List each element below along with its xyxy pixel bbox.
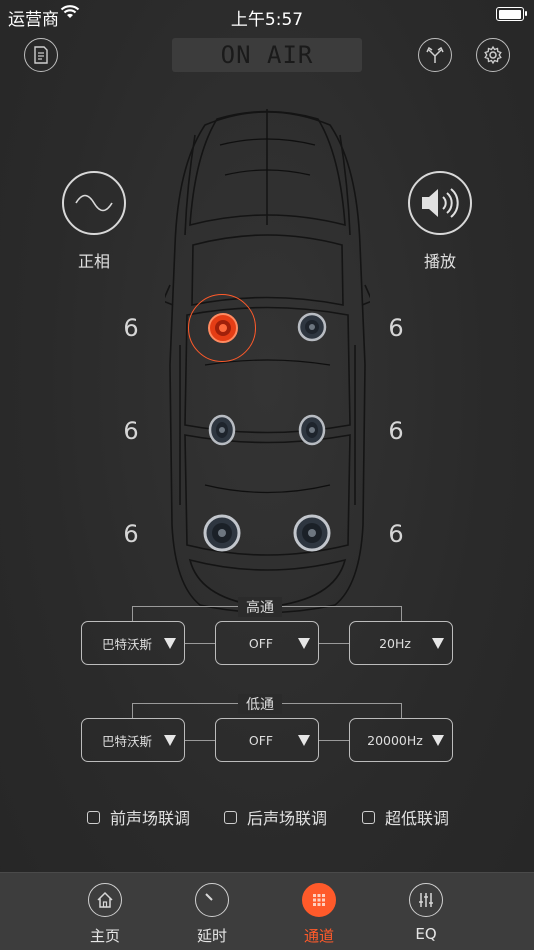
high-pass-title: 高通 (238, 597, 282, 617)
rear-link-checkbox[interactable] (224, 810, 237, 824)
split-arrows-icon[interactable] (418, 38, 452, 72)
sub-link-label: 超低联调 (385, 809, 450, 828)
low-pass-frequency-dropdown[interactable]: 20000Hz (349, 718, 453, 762)
high-pass-type-value: 巴特沃斯 (101, 636, 152, 652)
dial-icon (195, 883, 229, 917)
speaker-front-right[interactable] (297, 312, 327, 342)
divider (185, 740, 215, 741)
chevron-down-icon (164, 735, 176, 746)
low-pass-type-dropdown[interactable]: 巴特沃斯 (81, 718, 185, 762)
sliders-icon (409, 883, 443, 917)
sub-link-option[interactable]: 超低联调 (362, 805, 449, 829)
chevron-down-icon (298, 735, 310, 746)
gear-icon[interactable] (476, 38, 510, 72)
tab-home-label: 主页 (89, 927, 120, 945)
status-bar: 运营商 上午5:57 (0, 0, 534, 30)
high-pass-slope-dropdown[interactable]: OFF (215, 621, 319, 665)
home-icon (88, 883, 122, 917)
status-time: 上午5:57 (230, 10, 304, 30)
rear-link-option[interactable]: 后声场联调 (224, 805, 327, 829)
tab-channel[interactable]: 通道 (284, 883, 354, 946)
high-pass-type-dropdown[interactable]: 巴特沃斯 (81, 621, 185, 665)
low-pass-slope-dropdown[interactable]: OFF (215, 718, 319, 762)
high-pass-frequency-value: 20Hz (379, 635, 411, 651)
speaker-mid-left[interactable] (207, 414, 237, 446)
low-pass-title: 低通 (238, 694, 282, 714)
sub-link-checkbox[interactable] (362, 810, 375, 824)
low-pass-slope-value: OFF (248, 732, 274, 748)
high-pass-frequency-dropdown[interactable]: 20Hz (349, 621, 453, 665)
play-label: 播放 (423, 252, 456, 271)
speaker-volume-icon (422, 188, 459, 218)
tab-delay[interactable]: 延时 (177, 883, 247, 946)
on-air-banner: ON AIR (172, 38, 362, 72)
level-mid-right: 6 (388, 417, 404, 445)
level-front-right: 6 (388, 314, 404, 342)
sine-wave-icon (75, 194, 113, 212)
level-mid-left: 6 (123, 417, 139, 445)
front-link-checkbox[interactable] (87, 810, 100, 824)
front-link-option[interactable]: 前声场联调 (87, 805, 190, 829)
play-button[interactable] (408, 171, 472, 235)
divider (318, 740, 349, 741)
level-rear-right: 6 (388, 520, 404, 548)
chevron-down-icon (164, 638, 176, 649)
phase-button[interactable] (62, 171, 126, 235)
chevron-down-icon (432, 638, 444, 649)
grid-icon (302, 883, 336, 917)
divider (185, 643, 215, 644)
front-link-label: 前声场联调 (110, 809, 191, 828)
level-rear-left: 6 (123, 520, 139, 548)
speaker-mid-right[interactable] (297, 414, 327, 446)
car-outline (165, 109, 370, 614)
tab-home[interactable]: 主页 (70, 883, 140, 946)
chevron-down-icon (432, 735, 444, 746)
low-pass-frequency-value: 20000Hz (367, 732, 423, 748)
high-pass-slope-value: OFF (248, 635, 274, 651)
level-front-left: 6 (123, 314, 139, 342)
tab-delay-label: 延时 (196, 927, 227, 945)
document-icon[interactable] (24, 38, 58, 72)
speaker-front-left[interactable] (207, 312, 239, 344)
tab-bar: 主页 延时 通道 EQ (0, 872, 534, 950)
chevron-down-icon (298, 638, 310, 649)
rear-link-label: 后声场联调 (247, 809, 328, 828)
tab-eq-label: EQ (415, 925, 437, 943)
battery-icon (496, 7, 527, 21)
divider (318, 643, 349, 644)
speaker-rear-left[interactable] (202, 513, 242, 553)
speaker-rear-right[interactable] (292, 513, 332, 553)
tab-eq[interactable]: EQ (391, 883, 461, 943)
low-pass-type-value: 巴特沃斯 (101, 733, 152, 749)
phase-label: 正相 (77, 252, 110, 271)
tab-channel-label: 通道 (303, 927, 334, 945)
